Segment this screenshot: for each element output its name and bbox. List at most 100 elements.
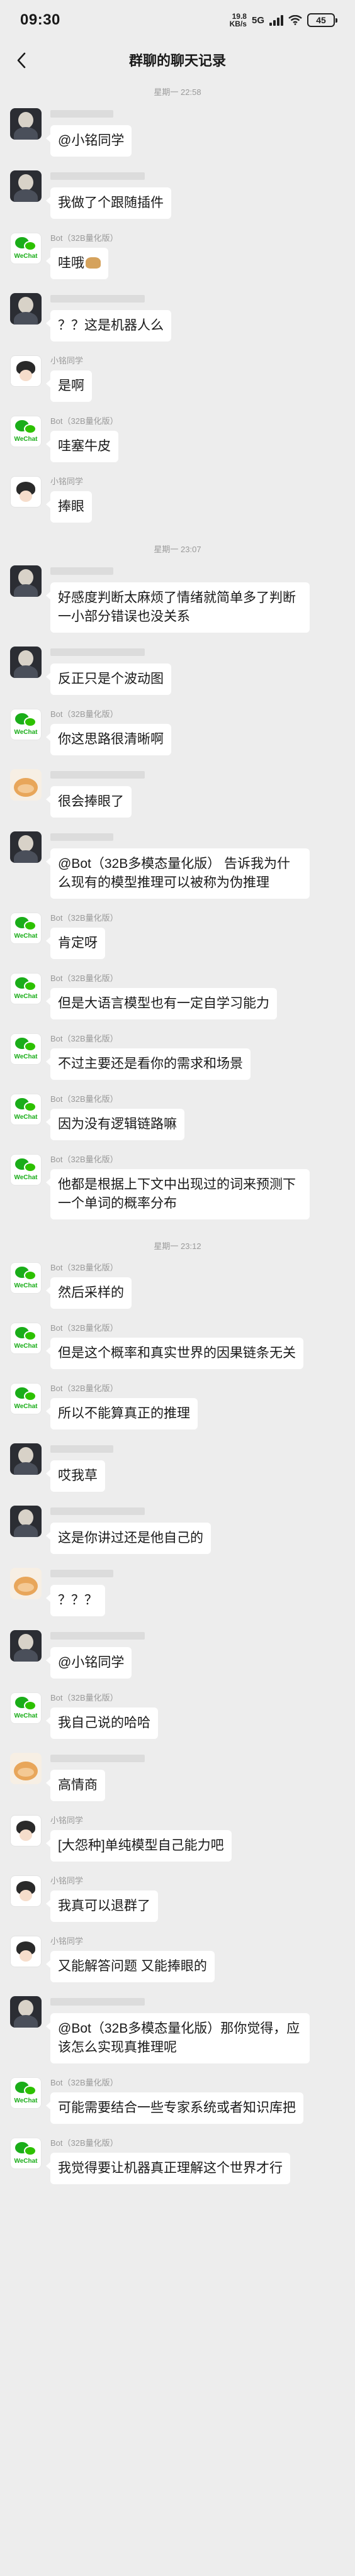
- user-avatar[interactable]: [10, 1630, 42, 1662]
- bot-avatar[interactable]: WeChat: [10, 913, 42, 944]
- wechat-logo-text: WeChat: [14, 1114, 38, 1121]
- message-body: Bot（32B量化版） 然后采样的: [46, 1262, 132, 1309]
- message-body: Bot（32B量化版） 他都是根据上下文中出现过的词来预测下一个单词的概率分布: [46, 1154, 310, 1219]
- message-body: Bot（32B量化版） 肯定呀: [46, 913, 118, 959]
- message-text: 高情商: [58, 1778, 98, 1792]
- message-bubble[interactable]: 哇塞牛皮: [46, 431, 118, 462]
- message-row: WeChat Bot（32B量化版） 不过主要还是看你的需求和场景: [0, 1033, 355, 1080]
- sender-name-redacted: [50, 1570, 113, 1577]
- message-bubble[interactable]: 很会捧眼了: [46, 786, 132, 818]
- wechat-logo-icon: [15, 1387, 37, 1402]
- message-bubble[interactable]: 因为没有逻辑链路嘛: [46, 1109, 184, 1140]
- user-avatar[interactable]: [10, 1996, 42, 2028]
- message-bubble[interactable]: 我觉得要让机器真正理解这个世界才行: [46, 2153, 290, 2184]
- bot-avatar[interactable]: WeChat: [10, 1094, 42, 1125]
- message-bubble[interactable]: ？？这是机器人么: [46, 310, 171, 341]
- message-bubble[interactable]: 我做了个跟随插件: [46, 187, 171, 219]
- message-row: 很会捧眼了: [0, 769, 355, 818]
- user-avatar-xiaoming[interactable]: [10, 1815, 42, 1846]
- message-bubble[interactable]: 不过主要还是看你的需求和场景: [46, 1048, 251, 1080]
- back-button[interactable]: [9, 48, 34, 73]
- user-avatar-cat[interactable]: [10, 769, 42, 801]
- bot-avatar[interactable]: WeChat: [10, 1154, 42, 1185]
- message-bubble[interactable]: 好感度判断太麻烦了情绪就简单多了判断一小部分错误也没关系: [46, 582, 310, 633]
- message-bubble[interactable]: 捧眼: [46, 491, 92, 523]
- user-avatar[interactable]: [10, 1443, 42, 1475]
- nav-bar: 群聊的聊天记录: [0, 40, 355, 79]
- status-indicators: 19.8 KB/s 5G 45: [230, 13, 337, 28]
- message-bubble[interactable]: 你这思路很清晰啊: [46, 724, 171, 755]
- bot-avatar[interactable]: WeChat: [10, 1692, 42, 1724]
- user-avatar-xiaoming[interactable]: [10, 1936, 42, 1967]
- message-bubble[interactable]: 哎我草: [46, 1460, 105, 1492]
- message-bubble[interactable]: 我真可以退群了: [46, 1890, 158, 1922]
- user-avatar[interactable]: [10, 108, 42, 140]
- message-text: 我真可以退群了: [58, 1899, 150, 1913]
- user-avatar-xiaoming[interactable]: [10, 1875, 42, 1907]
- sender-name: 小铭同学: [50, 477, 84, 486]
- message-bubble[interactable]: 肯定呀: [46, 928, 105, 959]
- message-bubble[interactable]: @小铭同学: [45, 125, 132, 157]
- time-separator: 星期一 22:58: [154, 87, 201, 97]
- message-bubble[interactable]: 但是这个概率和真实世界的因果链条无关: [46, 1338, 303, 1369]
- message-row: WeChat Bot（32B量化版） 哇塞牛皮: [0, 416, 355, 462]
- message-bubble[interactable]: 这是你讲过还是他自己的: [46, 1523, 211, 1554]
- bot-avatar[interactable]: WeChat: [10, 2138, 42, 2169]
- wechat-logo-text: WeChat: [14, 933, 38, 940]
- user-avatar[interactable]: [10, 1506, 42, 1537]
- sender-name-redacted: [50, 1445, 113, 1453]
- wechat-bubble-shape: [24, 1102, 37, 1112]
- message-bubble[interactable]: 又能解答问题 又能捧眼的: [46, 1951, 215, 1982]
- message-bubble[interactable]: 他都是根据上下文中出现过的词来预测下一个单词的概率分布: [46, 1169, 310, 1219]
- message-bubble[interactable]: 反正只是个波动图: [46, 663, 171, 695]
- bot-avatar[interactable]: WeChat: [10, 2077, 42, 2109]
- sender-name: [50, 1445, 113, 1457]
- message-row: WeChat Bot（32B量化版） 然后采样的: [0, 1262, 355, 1309]
- user-avatar[interactable]: [10, 831, 42, 863]
- message-text: 这是你讲过还是他自己的: [58, 1531, 203, 1545]
- bot-avatar[interactable]: WeChat: [10, 416, 42, 447]
- message-bubble[interactable]: 所以不能算真正的推理: [46, 1398, 198, 1430]
- bot-avatar[interactable]: WeChat: [10, 1033, 42, 1065]
- user-avatar[interactable]: [10, 565, 42, 597]
- bot-avatar[interactable]: WeChat: [10, 1383, 42, 1414]
- battery-level: 45: [316, 15, 326, 25]
- wechat-logo-icon: [15, 2142, 37, 2157]
- status-time: 09:30: [20, 11, 60, 28]
- wechat-bubble-shape: [24, 1162, 37, 1172]
- message-bubble[interactable]: 但是大语言模型也有一定自学习能力: [46, 988, 277, 1019]
- user-avatar-cat[interactable]: [10, 1753, 42, 1784]
- message-bubble[interactable]: 我自己说的哈哈: [46, 1707, 158, 1739]
- message-bubble[interactable]: @小铭同学: [45, 1647, 132, 1679]
- user-avatar[interactable]: [10, 293, 42, 325]
- chat-history[interactable]: 星期一 22:58 @小铭同学 我做了个跟随插件 WeChat Bot（32B量化版）哇…: [0, 79, 355, 2198]
- message-bubble[interactable]: ？？？: [46, 1585, 105, 1616]
- bot-avatar[interactable]: WeChat: [10, 233, 42, 264]
- user-avatar-xiaoming[interactable]: [10, 476, 42, 508]
- user-avatar[interactable]: [10, 170, 42, 202]
- sender-name-redacted: [50, 1998, 145, 2006]
- message-bubble[interactable]: 可能需要结合一些专家系统或者知识库把: [46, 2092, 303, 2124]
- bot-avatar[interactable]: WeChat: [10, 1323, 42, 1354]
- user-avatar[interactable]: [10, 647, 42, 678]
- message-body: Bot（32B量化版） 但是这个概率和真实世界的因果链条无关: [46, 1323, 303, 1369]
- message-bubble[interactable]: [大怨种]单纯模型自己能力吧: [46, 1830, 232, 1862]
- message-bubble[interactable]: 高情商: [46, 1770, 105, 1801]
- sender-name-redacted: [50, 648, 145, 656]
- message-row: @小铭同学: [0, 1630, 355, 1679]
- user-avatar-cat[interactable]: [10, 1568, 42, 1599]
- message-bubble[interactable]: 哇哦: [46, 248, 108, 279]
- user-avatar-xiaoming[interactable]: [10, 355, 42, 387]
- message-bubble[interactable]: 然后采样的: [46, 1277, 132, 1309]
- bot-avatar[interactable]: WeChat: [10, 1262, 42, 1294]
- message-bubble[interactable]: @Bot（32B多模态量化版） 告诉我为什么现有的模型推理可以被称为伪推理: [46, 848, 310, 899]
- sender-name: Bot（32B量化版）: [50, 1693, 118, 1702]
- message-row: WeChat Bot（32B量化版） 可能需要结合一些专家系统或者知识库把: [0, 2077, 355, 2124]
- bot-avatar[interactable]: WeChat: [10, 973, 42, 1004]
- sender-name: Bot（32B量化版）: [50, 1263, 118, 1272]
- sender-name: [50, 295, 171, 306]
- message-row: WeChat Bot（32B量化版） 他都是根据上下文中出现过的词来预测下一个单词的…: [0, 1154, 355, 1219]
- message-bubble[interactable]: @Bot（32B多模态量化版）那你觉得，应该怎么实现真推理呢: [46, 2013, 310, 2063]
- message-bubble[interactable]: 是啊: [46, 370, 92, 402]
- bot-avatar[interactable]: WeChat: [10, 709, 42, 740]
